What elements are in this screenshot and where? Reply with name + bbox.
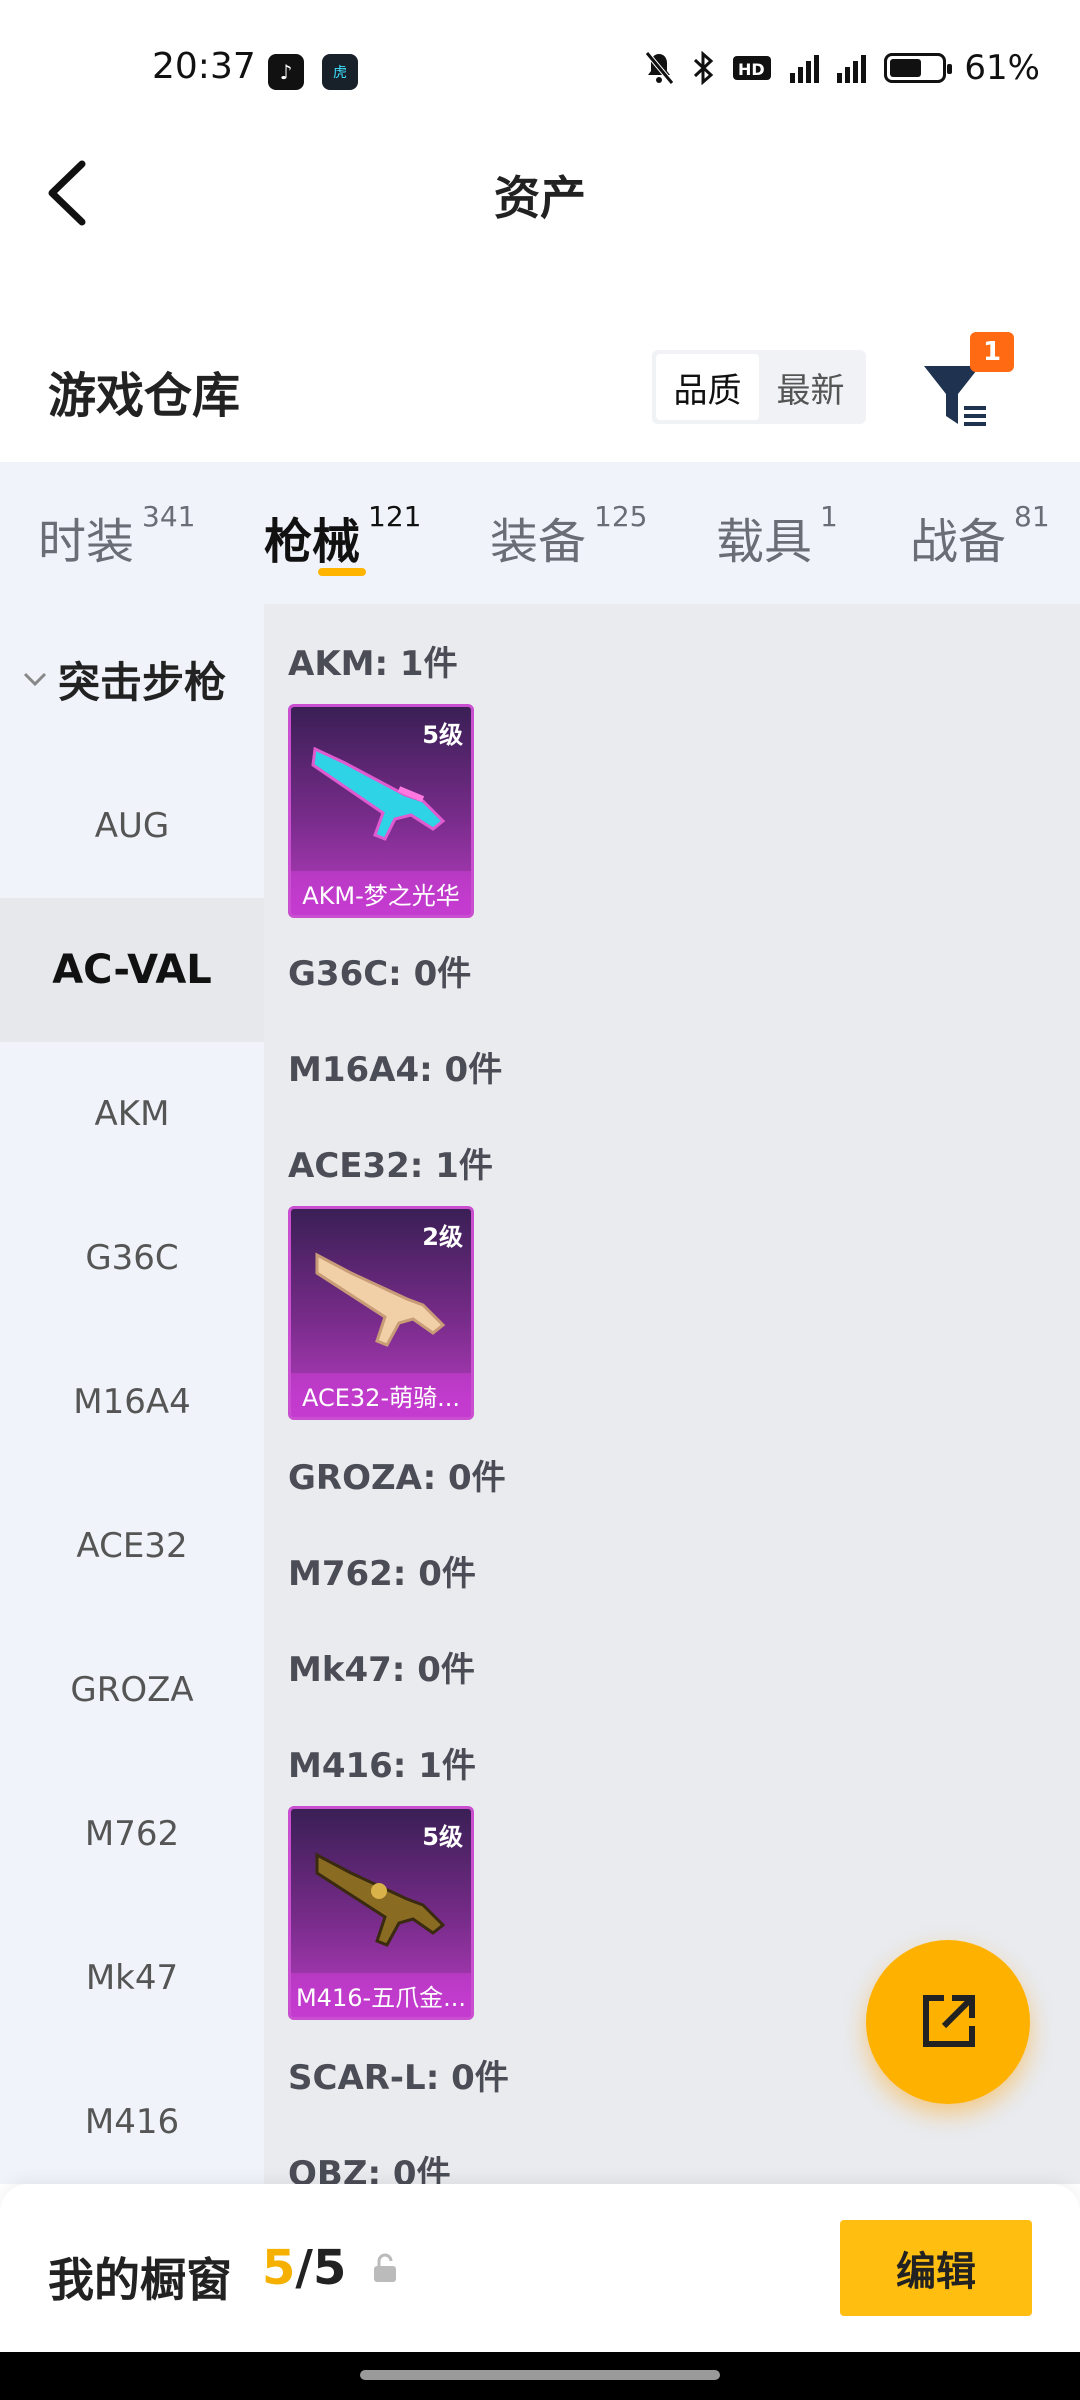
tab-count: 81 bbox=[1014, 500, 1050, 533]
section-title: 游戏仓库 bbox=[48, 368, 241, 424]
tab-label: 枪械 bbox=[264, 514, 361, 570]
showcase-total: 5 bbox=[312, 2240, 347, 2296]
row-label: Mk47: 0件 bbox=[288, 1650, 475, 1690]
mute-icon bbox=[644, 48, 675, 88]
showcase-current: 5 bbox=[262, 2240, 296, 2296]
sidebar-item-groza[interactable]: GROZA bbox=[0, 1618, 264, 1762]
lock-icon bbox=[374, 2253, 396, 2282]
row-label: M416: 1件 bbox=[288, 1746, 476, 1786]
tab-label: 时装 bbox=[38, 514, 135, 570]
sidebar-item-ace32[interactable]: ACE32 bbox=[0, 1474, 264, 1618]
showcase-count: 5/5 bbox=[262, 2240, 346, 2296]
warehouse-header: 游戏仓库 品质 最新 bbox=[0, 330, 1080, 450]
status-time: 20:37 bbox=[152, 46, 256, 87]
huya-icon: 虎 bbox=[322, 54, 358, 90]
item-level: 5级 bbox=[422, 1823, 463, 1851]
bluetooth-icon bbox=[692, 48, 714, 88]
svg-text:HD: HD bbox=[738, 60, 765, 79]
sort-latest-button[interactable]: 最新 bbox=[759, 354, 862, 420]
showcase-bar: 我的橱窗 5/5 编辑 bbox=[0, 2184, 1080, 2352]
tab-count: 125 bbox=[594, 500, 648, 533]
row-label: G36C: 0件 bbox=[288, 954, 472, 994]
item-name: AKM-梦之光华 bbox=[291, 871, 471, 915]
status-icons: HD 61% bbox=[644, 48, 1040, 88]
tiktok-icon: ♪ bbox=[268, 54, 304, 90]
row-label: ACE32: 1件 bbox=[288, 1146, 493, 1186]
item-level: 2级 bbox=[422, 1223, 463, 1251]
home-indicator[interactable] bbox=[360, 2370, 720, 2380]
hd-icon: HD bbox=[732, 48, 772, 88]
sidebar-item-m16a4[interactable]: M16A4 bbox=[0, 1330, 264, 1474]
item-card[interactable]: 2级 ACE32-萌骑... bbox=[288, 1206, 474, 1420]
item-name: M416-五爪金... bbox=[291, 1973, 471, 2017]
status-bar: 20:37 ♪ 虎 HD 61% bbox=[0, 0, 1080, 140]
system-nav-bar bbox=[0, 2352, 1080, 2400]
5g-signal-icon bbox=[837, 48, 867, 88]
tab-label: 装备 bbox=[490, 514, 587, 570]
tab-label: 战备 bbox=[910, 514, 1007, 570]
tab-equipment[interactable]: 装备 125 bbox=[490, 462, 716, 604]
item-card[interactable]: 5级 M416-五爪金... bbox=[288, 1806, 474, 2020]
share-button[interactable] bbox=[866, 1940, 1030, 2104]
sidebar-item-m416[interactable]: M416 bbox=[0, 2050, 264, 2184]
row-label: GROZA: 0件 bbox=[288, 1458, 506, 1498]
sidebar-item-mk47[interactable]: Mk47 bbox=[0, 1906, 264, 2050]
item-level: 5级 bbox=[422, 721, 463, 749]
battery-percent: 61% bbox=[964, 48, 1040, 88]
chevron-down-icon bbox=[23, 672, 47, 687]
tab-vehicles[interactable]: 载具 1 bbox=[716, 462, 910, 604]
5g-signal-icon bbox=[790, 48, 820, 88]
share-icon bbox=[923, 1995, 975, 2047]
showcase-separator: / bbox=[295, 2240, 313, 2296]
sidebar-group-assault-rifles[interactable]: 突击步枪 bbox=[0, 604, 264, 754]
tab-label: 载具 bbox=[716, 514, 813, 570]
sidebar-group-label: 突击步枪 bbox=[58, 657, 227, 707]
sort-toggle: 品质 最新 bbox=[652, 350, 866, 424]
filter-badge: 1 bbox=[970, 332, 1014, 372]
item-name: ACE32-萌骑... bbox=[291, 1373, 471, 1417]
row-label: M762: 0件 bbox=[288, 1554, 476, 1594]
sidebar-item-m762[interactable]: M762 bbox=[0, 1762, 264, 1906]
row-label: SCAR-L: 0件 bbox=[288, 2058, 509, 2098]
showcase-label: 我的橱窗 bbox=[48, 2253, 232, 2307]
category-tabs: 时装 341 枪械 121 装备 125 载具 1 战备 81 bbox=[0, 462, 1080, 604]
tab-supplies[interactable]: 战备 81 bbox=[910, 462, 1080, 604]
sidebar-item-g36c[interactable]: G36C bbox=[0, 1186, 264, 1330]
edit-button[interactable]: 编辑 bbox=[840, 2220, 1032, 2316]
row-label: M16A4: 0件 bbox=[288, 1050, 503, 1090]
sort-quality-button[interactable]: 品质 bbox=[656, 354, 759, 420]
row-label: QBZ: 0件 bbox=[288, 2154, 451, 2184]
weapon-sidebar: 突击步枪 AUG AC-VAL AKM G36C M16A4 ACE32 GRO… bbox=[0, 604, 264, 2184]
tab-fashion[interactable]: 时装 341 bbox=[38, 462, 264, 604]
page-title: 资产 bbox=[494, 171, 586, 225]
battery-icon bbox=[884, 53, 953, 83]
sidebar-item-aug[interactable]: AUG bbox=[0, 754, 264, 898]
app-header: 资产 bbox=[0, 140, 1080, 250]
row-label: AKM: 1件 bbox=[288, 644, 458, 684]
tab-count: 1 bbox=[820, 500, 838, 533]
item-card[interactable]: 5级 AKM-梦之光华 bbox=[288, 704, 474, 918]
tab-count: 341 bbox=[142, 500, 196, 533]
sidebar-item-akm[interactable]: AKM bbox=[0, 1042, 264, 1186]
tab-guns[interactable]: 枪械 121 bbox=[264, 462, 490, 604]
sidebar-item-ac-val[interactable]: AC-VAL bbox=[0, 898, 264, 1042]
tab-count: 121 bbox=[368, 500, 422, 533]
